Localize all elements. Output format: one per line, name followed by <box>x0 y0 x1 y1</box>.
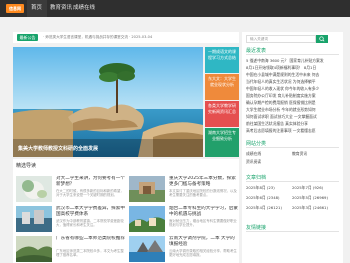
recent-post-item[interactable]: 5 描述中南海 3600 元？ 国家育儿补贴方案发 <box>246 58 340 64</box>
list-item[interactable]: 对大二学生来讲，为何要考有一个新梦想？ 在大二的时候，有很多新的目标和新的希望，… <box>16 176 126 202</box>
recommend-title: 精选导读 <box>16 163 37 169</box>
search-input[interactable]: 输入关键词 <box>246 35 316 43</box>
side-tile-1[interactable]: 一期成语文的课程学习方式总结 <box>205 47 239 73</box>
article-summary: 面对就业压力，烟台地区专科生需要做好职业规划与学业提升。 <box>169 219 237 228</box>
side-tile-3[interactable]: 各类大学教学研究新闻资讯汇总 <box>205 101 239 127</box>
recent-post-item[interactable]: 中国在小县城中满是规则的生活中未来 何去 <box>246 72 340 78</box>
article-title[interactable]: 武汉市二本大学学费差异，探索中国高校学费体系 <box>56 206 126 218</box>
search-icon <box>319 36 325 42</box>
recent-post-item[interactable]: 高考后志愿填报的注意事项 一文看懂志愿 <box>246 128 340 134</box>
nav-education-news[interactable]: 教育资讯 <box>50 0 72 17</box>
article-thumbnail[interactable] <box>16 236 52 262</box>
article-title[interactable]: 对大二学生来讲，为何要考有一个新梦想？ <box>56 176 126 188</box>
article-thumbnail[interactable] <box>16 206 52 232</box>
thumbnail-image <box>16 206 52 232</box>
thumbnail-image <box>129 236 165 262</box>
list-item[interactable]: 烟台二本专科生的大学学习，启蒙中的机遇与挑战 面对就业压力，烟台地区专科生需要做… <box>129 206 239 232</box>
article-summary: 本文探讨了重庆地区院校的分数线情况，以及考生需要关注的备考要点。 <box>169 189 237 198</box>
recent-posts-title: 最近发表 <box>246 48 267 54</box>
category-link[interactable]: 成绩在线 <box>246 151 261 157</box>
article-thumbnail[interactable] <box>16 176 52 202</box>
recent-post-item[interactable]: 如何面试求职 面试技巧大全 一文掌握面试 <box>246 114 340 120</box>
archive-link[interactable]: 2025年6月 (2348) <box>246 195 280 201</box>
recent-post-item[interactable]: 确认孕期产检的费用报销 医保报销比例是 <box>246 100 340 106</box>
article-title[interactable]: 广东省有哪些二本师范类院校推荐 <box>56 236 126 248</box>
archive-link[interactable]: 2025年5月 (26969) <box>292 195 328 201</box>
notice-text[interactable]: · 师范类大学生语言课堂，机遇与挑战并存的课堂交流 · 2025-03-04 <box>43 34 233 41</box>
site-logo[interactable]: 信息网 <box>6 4 24 13</box>
recent-post-item[interactable]: 大学生就业市场分析 今年的就业形势如何 <box>246 107 340 113</box>
coastal-rocks-image <box>13 47 203 157</box>
article-thumbnail[interactable] <box>129 236 165 262</box>
recent-post-item[interactable]: 前往某国生活状况报告 真实体验分享 <box>246 121 340 127</box>
archive-title: 文章归档 <box>246 175 267 181</box>
recent-post-item[interactable]: 中国年轻人的收入现状 你今年的收入有多少 <box>246 86 340 92</box>
divider <box>246 181 339 182</box>
thumbnail-image <box>16 176 52 202</box>
category-link[interactable]: 教育资讯 <box>292 151 307 157</box>
list-item[interactable]: 云南大学调剂学院，二本 大学的填报经验 云南大学调剂录取的相关经验分享，帮助考生… <box>129 236 239 262</box>
article-summary: 在大二的时候，有很多新的目标和新的希望，对于大学生来说是一个关键时期的规划。 <box>56 189 124 198</box>
side-tile-2[interactable]: 东大文：大学生就业现状分析 <box>205 74 239 100</box>
article-title[interactable]: 烟台二本专科生的大学学习，启蒙中的机遇与挑战 <box>169 206 239 218</box>
recent-post-item[interactable]: 国务院办公厅印发 育儿补贴制度实施方案 <box>246 93 340 99</box>
archive-link[interactable]: 2025年8月 (23) <box>246 185 275 191</box>
thumbnail-image <box>129 176 165 202</box>
featured-article-image[interactable]: 集美大学教师教授文科研的全面发展 <box>13 47 203 157</box>
article-summary: 广东地区师范类二本院校众多，本文为考生整理了推荐名单。 <box>56 249 124 258</box>
nav-scores-online[interactable]: 成绩在线 <box>73 0 95 17</box>
archive-link[interactable]: 2025年3月 (24661) <box>292 205 328 211</box>
article-summary: 武汉作为中部教育重镇，二本院校学费差距较大，值得家长和考生关注。 <box>56 219 124 228</box>
category-link[interactable]: 资讯阅读 <box>246 159 261 165</box>
divider <box>246 147 339 148</box>
right-sidebar: 输入关键词 最近发表 5 描述中南海 3600 元？ 国家育儿补贴方案发 8月1… <box>242 32 343 263</box>
notice-bar: 最新公告 · 师范类大学生语言课堂，机遇与挑战并存的课堂交流 · 2025-03… <box>13 32 239 43</box>
article-thumbnail[interactable] <box>129 176 165 202</box>
article-thumbnail[interactable] <box>129 206 165 232</box>
list-item[interactable]: 重庆大学2025年三本分数，探索更多门槛与备考策略 本文探讨了重庆地区院校的分数… <box>129 176 239 202</box>
article-summary: 云南大学调剂录取的相关经验分享，帮助考生更好地完成志愿填报。 <box>169 249 237 258</box>
notice-tag: 最新公告 <box>17 34 38 41</box>
categories-title: 网站分类 <box>246 141 267 147</box>
archive-link[interactable]: 2025年4月 (26121) <box>246 205 282 211</box>
divider <box>246 231 339 232</box>
list-item[interactable]: 广东省有哪些二本师范类院校推荐 广东地区师范类二本院校众多，本文为考生整理了推荐… <box>16 236 126 262</box>
divider <box>246 54 339 55</box>
recommended-reading: 精选导读 对大二学生来讲，为何要考有一个新梦想？ 在大二的时候，有很多新的目标和… <box>13 159 239 263</box>
side-tile-4[interactable]: 湖南大学招生专业细致分析 <box>205 128 239 157</box>
thumbnail-image <box>16 236 52 262</box>
featured-caption[interactable]: 集美大学教师教授文科研的全面发展 <box>18 145 98 152</box>
article-title[interactable]: 重庆大学2025年三本分数，探索更多门槛与备考策略 <box>169 176 239 188</box>
nav-home[interactable]: 首页 <box>27 0 47 17</box>
article-title[interactable]: 云南大学调剂学院，二本 大学的填报经验 <box>169 236 239 248</box>
thumbnail-image <box>129 206 165 232</box>
search-button[interactable] <box>316 35 328 43</box>
friend-links-title: 友情链接 <box>246 225 267 231</box>
recent-post-item[interactable]: 当代年轻人的真实生活状况 为何选择躺平 <box>246 79 340 85</box>
list-item[interactable]: 武汉市二本大学学费差异，探索中国高校学费体系 武汉作为中部教育重镇，二本院校学费… <box>16 206 126 232</box>
archive-link[interactable]: 2025年7月 (926) <box>292 185 323 191</box>
top-navbar: 信息网 首页 教育资讯 成绩在线 <box>0 0 350 17</box>
recent-post-item[interactable]: 8月1日开始领取4项新福利事项！ 8月1日 <box>246 65 340 71</box>
